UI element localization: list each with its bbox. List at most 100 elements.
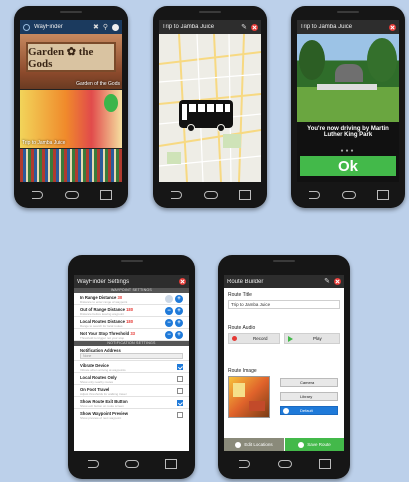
decrease-button[interactable] [165, 295, 173, 303]
route-tile-library[interactable] [20, 149, 122, 182]
notification-address-row[interactable]: Notification Address None [74, 346, 189, 361]
location-pin-icon[interactable]: ⚲ [103, 24, 108, 31]
speaker [60, 11, 82, 13]
close-icon[interactable] [334, 278, 341, 285]
record-button[interactable]: Record [228, 333, 280, 344]
default-button[interactable]: Default [280, 406, 338, 415]
setting-value: 180 [126, 307, 134, 312]
decrease-button[interactable]: − [165, 331, 173, 339]
ok-button[interactable]: Ok [300, 156, 396, 176]
back-icon[interactable] [237, 458, 251, 468]
action-bar: WayFinder ✖ ⚲ [20, 20, 122, 34]
tile-caption: Trip to Jamba Juice [22, 140, 66, 146]
save-icon [298, 441, 305, 448]
pin-icon[interactable]: ✎ [241, 24, 247, 31]
screen: Route Builder ✎ Route Title Trip to Jamb… [224, 275, 344, 451]
close-icon[interactable] [179, 278, 186, 285]
home-icon[interactable] [64, 189, 79, 199]
home-icon[interactable] [277, 458, 292, 468]
edit-locations-button[interactable]: Edit Locations [224, 438, 284, 451]
play-label: Play [313, 336, 322, 341]
android-navbar [74, 455, 189, 471]
close-icon[interactable] [389, 23, 396, 31]
back-icon[interactable] [169, 189, 183, 199]
driving-message: You're now driving by Martin Luther King… [307, 126, 389, 138]
route-title: Trip to Jamba Juice [300, 24, 353, 30]
route-tile-garden[interactable]: Garden ✿ the Gods Garden of the Gods [20, 34, 122, 89]
park-photo [297, 34, 399, 122]
home-icon[interactable] [203, 189, 218, 199]
check-row-vibrate[interactable]: Vibrate Device Vibrate when arriving at … [74, 361, 189, 373]
home-icon[interactable] [341, 189, 356, 199]
default-label: Default [300, 408, 313, 413]
local-only-checkbox[interactable] [177, 376, 183, 382]
speaker [337, 11, 359, 13]
vibrate-checkbox[interactable] [177, 364, 183, 370]
recents-icon[interactable] [317, 458, 331, 469]
bus-icon [179, 100, 233, 132]
recents-icon[interactable] [163, 458, 177, 469]
settings-icon[interactable] [112, 23, 119, 31]
setting-row-out-range: Out of Range Distance 180 Distance befor… [74, 305, 189, 317]
route-title-input[interactable]: Trip to Jamba Juice [228, 300, 340, 309]
speaker [199, 11, 221, 13]
notification-address-field[interactable]: None [80, 353, 183, 359]
action-bar: Trip to Jamba Juice ✎ [159, 20, 261, 34]
android-navbar [297, 186, 399, 202]
exit-button-checkbox[interactable] [177, 400, 183, 406]
action-bar: WayFinder Settings [74, 275, 189, 288]
back-icon[interactable] [86, 458, 100, 468]
recents-icon[interactable] [237, 189, 251, 200]
route-image-label: Route Image [228, 368, 257, 374]
wayfinder-logo-icon [23, 23, 30, 31]
check-row-waypoint-preview[interactable]: Show Waypoint Preview Show preview of ne… [74, 409, 189, 421]
play-button[interactable]: Play [284, 333, 340, 344]
increase-button[interactable]: + [175, 295, 183, 303]
route-image-preview[interactable] [228, 376, 270, 418]
default-icon [283, 407, 289, 414]
decrease-button[interactable]: − [165, 319, 173, 327]
check-row-local-only[interactable]: Local Routes Only Show only nearby route… [74, 373, 189, 385]
balloons-image [104, 94, 118, 112]
back-icon[interactable] [307, 189, 321, 199]
setting-sub: Threshold to trigger not your stop [80, 336, 125, 340]
library-icon [283, 393, 289, 400]
setting-sub: Show exit button on route screen [80, 404, 124, 408]
home-icon[interactable] [124, 458, 140, 468]
bus-door [182, 104, 187, 120]
waypoint-preview-checkbox[interactable] [177, 412, 183, 418]
check-row-on-foot[interactable]: On Foot Travel Adjust thresholds for wal… [74, 385, 189, 397]
settings-title: WayFinder Settings [77, 278, 130, 285]
tree-right [367, 38, 397, 82]
save-route-button[interactable]: Save Route [285, 438, 344, 451]
close-icon[interactable]: ✖ [93, 24, 99, 31]
pin-icon[interactable]: ✎ [324, 278, 330, 285]
increase-button[interactable]: + [175, 307, 183, 315]
camera-button[interactable]: Camera [280, 378, 338, 387]
camera-label: Camera [300, 380, 315, 385]
decrease-button[interactable]: − [165, 307, 173, 315]
increase-button[interactable]: + [175, 319, 183, 327]
setting-row-local-routes: Local Routes Distance 180 Range to searc… [74, 317, 189, 329]
on-foot-checkbox[interactable] [177, 388, 183, 394]
route-tile-jamba[interactable]: Trip to Jamba Juice [20, 90, 122, 148]
record-label: Record [253, 336, 268, 341]
recents-icon[interactable] [98, 189, 112, 200]
setting-value: 33 [130, 331, 136, 336]
library-button[interactable]: Library [280, 392, 338, 401]
close-icon[interactable] [251, 23, 258, 31]
check-row-exit-button[interactable]: Show Route Exit Button Show exit button … [74, 397, 189, 409]
setting-sub: Adjust thresholds for walking travel [80, 392, 127, 396]
camera-icon [283, 379, 289, 386]
screen: Trip to Jamba Juice You're now driving b… [297, 20, 399, 182]
increase-button[interactable]: + [175, 331, 183, 339]
back-icon[interactable] [30, 189, 44, 199]
setting-sub: Distance to enter range of waypoint [80, 300, 128, 304]
recents-icon[interactable] [375, 189, 389, 200]
setting-sub: Distance before leaving waypoint [80, 312, 125, 316]
bus-wheel-front [187, 124, 195, 132]
setting-sub: Range to search for local routes [80, 324, 123, 328]
builder-title: Route Builder [227, 278, 264, 285]
action-bar: Route Builder ✎ [224, 275, 344, 288]
speaker [120, 260, 143, 262]
